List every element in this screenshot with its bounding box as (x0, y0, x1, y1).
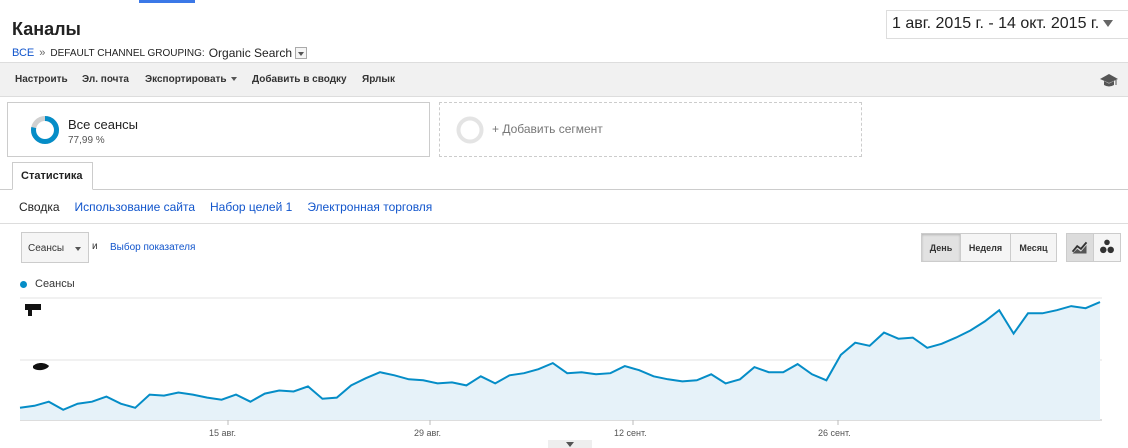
x-tick-label: 12 сент. (614, 428, 647, 438)
export-label: Экспортировать (145, 74, 227, 85)
period-week-button[interactable]: Неделя (960, 233, 1011, 262)
breadcrumb-separator: » (39, 47, 46, 59)
subtab-site-usage[interactable]: Использование сайта (75, 200, 196, 214)
chevron-down-icon (75, 247, 81, 251)
chevron-down-icon (230, 77, 237, 82)
divider (0, 223, 1128, 224)
breadcrumb: ВСЕ » DEFAULT CHANNEL GROUPING: Organic … (12, 46, 308, 60)
bubbles-icon (1100, 239, 1114, 254)
report-toolbar: Настроить Эл. почта Экспортировать Добав… (0, 62, 1128, 97)
metric-selector[interactable]: Сеансы (21, 232, 89, 263)
empty-segment-ring-icon (456, 116, 484, 144)
report-header: Каналы ВСЕ » DEFAULT CHANNEL GROUPING: O… (0, 0, 1128, 62)
legend-dot-icon (20, 280, 27, 288)
subtab-ecommerce[interactable]: Электронная торговля (307, 200, 432, 214)
breadcrumb-value: Organic Search (208, 46, 293, 60)
shortcut-button[interactable]: Ярлык (362, 74, 395, 85)
choose-metric-link[interactable]: Выбор показателя (110, 242, 195, 253)
customize-button[interactable]: Настроить (15, 74, 68, 85)
chevron-down-icon (1103, 20, 1114, 28)
breadcrumb-group: DEFAULT CHANNEL GROUPING: (50, 47, 205, 59)
breadcrumb-root-link[interactable]: ВСЕ (12, 47, 34, 59)
segment-all-sessions[interactable]: Все сеансы 77,99 % (7, 102, 430, 157)
tab-statistics[interactable]: Статистика (12, 162, 93, 190)
email-button[interactable]: Эл. почта (82, 74, 129, 85)
redacted-y-label (33, 363, 49, 371)
sessions-chart (19, 297, 1102, 425)
segment-name: Все сеансы (68, 117, 138, 132)
graduation-cap-icon[interactable] (1100, 72, 1118, 88)
add-segment-button[interactable]: + Добавить сегмент (439, 102, 862, 157)
redacted-y-label (25, 304, 41, 316)
x-tick-label: 15 авг. (209, 428, 236, 438)
add-to-dashboard-button[interactable]: Добавить в сводку (252, 74, 347, 85)
period-month-button[interactable]: Месяц (1010, 233, 1057, 262)
line-chart-icon (1071, 241, 1088, 254)
and-label: и (92, 241, 98, 252)
subtab-summary[interactable]: Сводка (19, 200, 60, 214)
chevron-down-icon[interactable] (548, 440, 592, 448)
export-button[interactable]: Экспортировать (145, 74, 237, 85)
add-segment-label: + Добавить сегмент (492, 122, 603, 136)
date-range-picker[interactable]: 1 авг. 2015 г. - 14 окт. 2015 г. (886, 10, 1128, 39)
subtab-goal-set-1[interactable]: Набор целей 1 (210, 200, 292, 214)
x-tick-label: 26 сент. (818, 428, 851, 438)
x-tick-label: 29 авг. (414, 428, 441, 438)
breadcrumb-dropdown-icon[interactable] (295, 47, 308, 59)
motion-chart-view-button[interactable] (1093, 233, 1121, 262)
segment-ring-icon (31, 116, 59, 144)
date-range-text: 1 авг. 2015 г. - 14 окт. 2015 г. (892, 15, 1100, 32)
series-area (20, 302, 1100, 420)
chart-legend: Сеансы (20, 278, 75, 290)
explorer-subtabs: Сводка Использование сайта Набор целей 1… (19, 200, 432, 214)
period-day-button[interactable]: День (921, 233, 961, 262)
segment-percent: 77,99 % (68, 135, 105, 146)
legend-series-name: Сеансы (35, 278, 75, 290)
line-chart-view-button[interactable] (1066, 233, 1094, 262)
metric-label: Сеансы (28, 243, 65, 254)
page-title: Каналы (12, 19, 81, 39)
tab-bar (0, 189, 1128, 190)
